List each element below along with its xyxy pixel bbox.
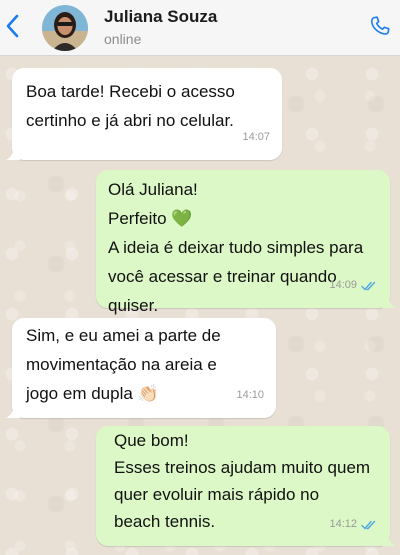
message-bubble-outgoing[interactable]: Olá Juliana! Perfeito 💚 A ideia é deixar… <box>96 170 396 315</box>
message-text: Boa tarde! Recebi o acesso certinho e já… <box>26 82 235 130</box>
chevron-left-icon[interactable] <box>4 12 22 40</box>
bubble-tail <box>382 532 396 546</box>
message-bubble-outgoing[interactable]: Que bom! Esses treinos ajudam muito quem… <box>96 426 396 546</box>
message-bubble-incoming[interactable]: Boa tarde! Recebi o acesso certinho e já… <box>6 68 282 160</box>
double-check-icon <box>361 281 376 291</box>
bubble-tail <box>382 294 396 308</box>
double-check-icon <box>361 520 376 530</box>
message-time: 14:10 <box>236 389 264 401</box>
message-time: 14:07 <box>242 131 270 143</box>
message-time: 14:12 <box>329 518 357 530</box>
message-time: 14:09 <box>329 279 357 291</box>
avatar[interactable] <box>42 5 88 51</box>
phone-icon[interactable] <box>368 14 392 38</box>
contact-name[interactable]: Juliana Souza <box>104 7 217 27</box>
bubble-tail <box>6 146 20 160</box>
contact-status: online <box>104 31 142 47</box>
message-text: Sim, e eu amei a parte de movimentação n… <box>26 326 221 403</box>
chat-header: Juliana Souza online <box>0 0 400 56</box>
chat-area: Boa tarde! Recebi o acesso certinho e já… <box>0 56 400 555</box>
bubble-tail <box>6 404 20 418</box>
message-bubble-incoming[interactable]: Sim, e eu amei a parte de movimentação n… <box>6 318 276 418</box>
